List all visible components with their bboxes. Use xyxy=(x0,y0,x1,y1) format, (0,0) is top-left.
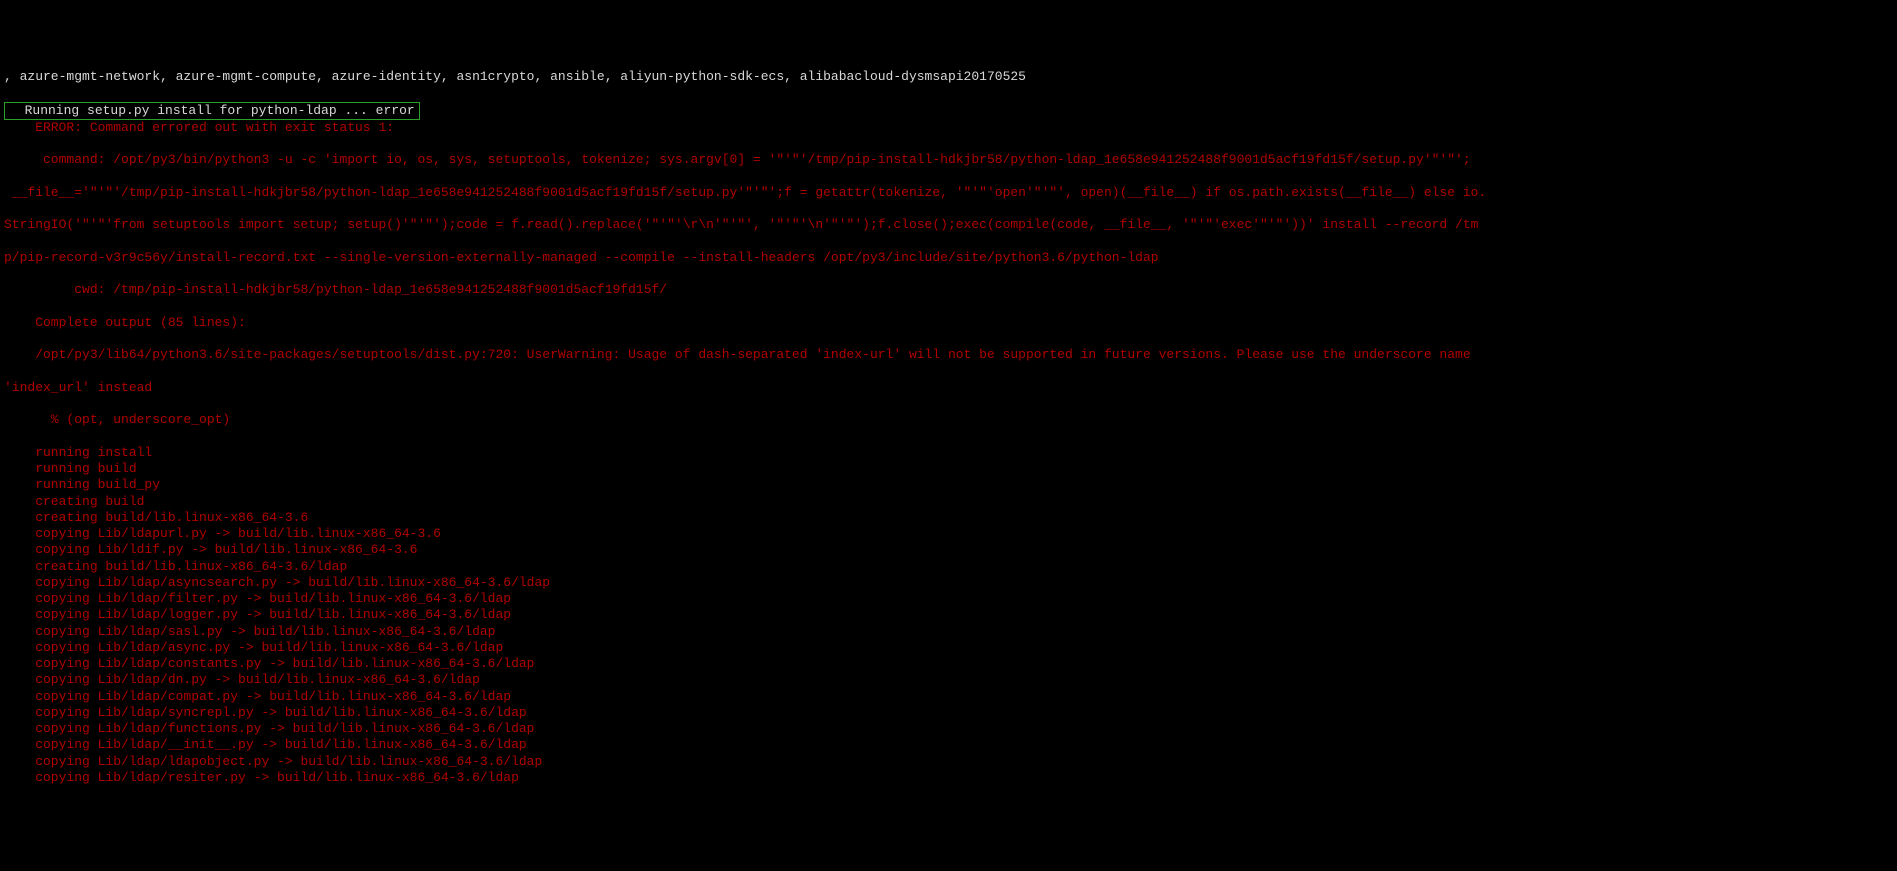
build-line: copying Lib/ldap/functions.py -> build/l… xyxy=(4,721,1897,737)
build-output: running install running build running bu… xyxy=(4,445,1897,786)
build-line: copying Lib/ldap/logger.py -> build/lib.… xyxy=(4,607,1897,623)
warning-line-3: % (opt, underscore_opt) xyxy=(4,412,1897,428)
error-header: ERROR: Command errored out with exit sta… xyxy=(4,120,1897,136)
warning-line-2: 'index_url' instead xyxy=(4,380,1897,396)
command-line-4: p/pip-record-v3r9c56y/install-record.txt… xyxy=(4,250,1897,266)
build-line: copying Lib/ldif.py -> build/lib.linux-x… xyxy=(4,542,1897,558)
build-line: copying Lib/ldap/sasl.py -> build/lib.li… xyxy=(4,624,1897,640)
build-line: creating build xyxy=(4,494,1897,510)
output-header: Complete output (85 lines): xyxy=(4,315,1897,331)
packages-line: , azure-mgmt-network, azure-mgmt-compute… xyxy=(4,69,1897,85)
warning-line-1: /opt/py3/lib64/python3.6/site-packages/s… xyxy=(4,347,1897,363)
build-line: copying Lib/ldap/__init__.py -> build/li… xyxy=(4,737,1897,753)
command-line-2: __file__='"'"'/tmp/pip-install-hdkjbr58/… xyxy=(4,185,1897,201)
build-line: running install xyxy=(4,445,1897,461)
cwd-line: cwd: /tmp/pip-install-hdkjbr58/python-ld… xyxy=(4,282,1897,298)
build-line: copying Lib/ldap/filter.py -> build/lib.… xyxy=(4,591,1897,607)
build-line: copying Lib/ldap/compat.py -> build/lib.… xyxy=(4,689,1897,705)
build-line: copying Lib/ldap/ldapobject.py -> build/… xyxy=(4,754,1897,770)
build-line: copying Lib/ldap/asyncsearch.py -> build… xyxy=(4,575,1897,591)
build-line: copying Lib/ldap/dn.py -> build/lib.linu… xyxy=(4,672,1897,688)
command-line-1: command: /opt/py3/bin/python3 -u -c 'imp… xyxy=(4,152,1897,168)
build-line: copying Lib/ldapurl.py -> build/lib.linu… xyxy=(4,526,1897,542)
build-line: copying Lib/ldap/resiter.py -> build/lib… xyxy=(4,770,1897,786)
build-line: running build_py xyxy=(4,477,1897,493)
build-line: copying Lib/ldap/syncrepl.py -> build/li… xyxy=(4,705,1897,721)
build-line: copying Lib/ldap/async.py -> build/lib.l… xyxy=(4,640,1897,656)
build-line: creating build/lib.linux-x86_64-3.6/ldap xyxy=(4,559,1897,575)
build-line: running build xyxy=(4,461,1897,477)
build-line: copying Lib/ldap/constants.py -> build/l… xyxy=(4,656,1897,672)
highlight-error: Running setup.py install for python-ldap… xyxy=(4,102,420,120)
build-line: creating build/lib.linux-x86_64-3.6 xyxy=(4,510,1897,526)
command-line-3: StringIO('"'"'from setuptools import set… xyxy=(4,217,1897,233)
